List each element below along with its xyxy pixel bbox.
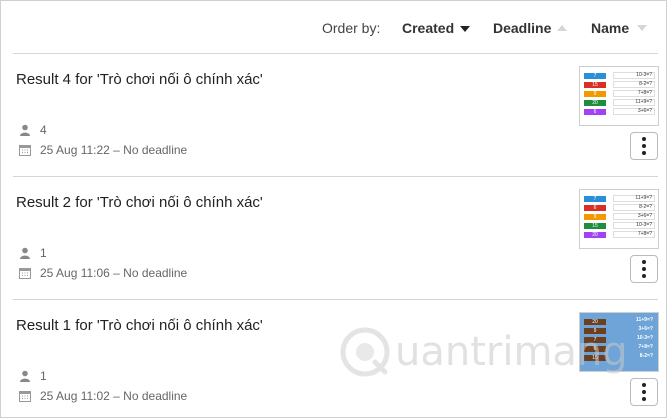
result-card: Result 1 for 'Trò chơi nối ô chính xác' …: [1, 300, 667, 418]
kebab-dot: [642, 260, 646, 264]
thumb-tile: 7: [584, 73, 606, 79]
kebab-dot: [642, 383, 646, 387]
results-panel: Order by: Created Deadline Name Result 4…: [0, 0, 667, 418]
thumb-equation: 3+6=?: [638, 326, 653, 332]
caret-down-icon: [460, 25, 471, 32]
more-options-button[interactable]: [630, 378, 658, 406]
participants-row: 1: [19, 246, 47, 260]
thumb-tile: 20: [584, 232, 606, 238]
thumb-equation: 11+9=?: [613, 99, 655, 106]
result-card: Result 2 for 'Trò chơi nối ô chính xác' …: [1, 177, 667, 297]
thumb-equation: 7+8=?: [613, 90, 655, 97]
user-icon: [20, 247, 30, 259]
more-options-button[interactable]: [630, 255, 658, 283]
thumb-tile: 9: [584, 214, 606, 220]
sort-name-button[interactable]: Name: [591, 20, 648, 36]
result-card: Result 4 for 'Trò chơi nối ô chính xác' …: [1, 54, 667, 174]
thumb-tile: 9: [584, 91, 606, 97]
thumb-tile: 20: [584, 319, 606, 325]
kebab-dot: [642, 151, 646, 155]
order-by-label: Order by:: [322, 20, 381, 36]
date-row: 25 Aug 11:02 – No deadline: [19, 389, 187, 403]
more-options-button[interactable]: [630, 132, 658, 160]
thumb-equation: 3+6=?: [613, 213, 655, 220]
thumb-tile: 6: [584, 346, 606, 352]
sort-created-button[interactable]: Created: [402, 20, 471, 36]
participant-count: 4: [40, 123, 47, 137]
thumb-equation: 7+8=?: [613, 231, 655, 238]
result-thumbnail[interactable]: 7 15 9 20 6 10-3=? 8-2=? 7+8=? 11+9=? 3+…: [579, 66, 659, 126]
thumb-equation: 10-3=?: [613, 222, 655, 229]
calendar-icon: [19, 268, 31, 279]
thumb-equation: 3+6=?: [613, 108, 655, 115]
participant-count: 1: [40, 369, 47, 383]
thumb-tile: 15: [584, 355, 606, 361]
thumb-equation: 7+8=?: [638, 344, 653, 350]
sort-name-label: Name: [591, 20, 630, 36]
thumb-tile: 6: [584, 205, 606, 211]
caret-up-icon: [557, 25, 568, 31]
thumb-tile: 7: [584, 196, 606, 202]
thumb-tile: 15: [584, 82, 606, 88]
caret-down-icon: [637, 25, 648, 31]
kebab-dot: [642, 144, 646, 148]
thumb-equation: 8-2=?: [613, 81, 655, 88]
thumb-equation: 11+9=?: [636, 317, 653, 323]
thumb-tile: 15: [584, 223, 606, 229]
date-row: 25 Aug 11:22 – No deadline: [19, 143, 187, 157]
kebab-dot: [642, 274, 646, 278]
calendar-icon: [19, 145, 31, 156]
order-bar: Order by: Created Deadline Name: [1, 1, 667, 53]
kebab-dot: [642, 267, 646, 271]
kebab-dot: [642, 137, 646, 141]
result-title[interactable]: Result 2 for 'Trò chơi nối ô chính xác': [16, 194, 263, 211]
result-date: 25 Aug 11:06 – No deadline: [40, 266, 188, 280]
thumb-equation: 10-3=?: [613, 72, 655, 79]
result-title[interactable]: Result 1 for 'Trò chơi nối ô chính xác': [16, 317, 263, 334]
calendar-icon: [19, 391, 31, 402]
thumb-tile: 7: [584, 337, 606, 343]
thumb-tile: 6: [584, 109, 606, 115]
thumb-equation: 11+9=?: [613, 195, 655, 202]
date-row: 25 Aug 11:06 – No deadline: [19, 266, 187, 280]
thumb-equation: 8-2=?: [639, 353, 653, 359]
user-icon: [20, 124, 30, 136]
thumb-equation: 8-2=?: [613, 204, 655, 211]
participants-row: 1: [19, 369, 47, 383]
thumb-tile: 9: [584, 328, 606, 334]
participant-count: 1: [40, 246, 47, 260]
thumb-equation: 10-3=?: [637, 335, 653, 341]
result-date: 25 Aug 11:22 – No deadline: [40, 143, 188, 157]
thumb-tile: 20: [584, 100, 606, 106]
user-icon: [20, 370, 30, 382]
result-date: 25 Aug 11:02 – No deadline: [40, 389, 188, 403]
result-thumbnail[interactable]: 20 9 7 6 15 11+9=? 3+6=? 10-3=? 7+8=? 8-…: [579, 312, 659, 372]
kebab-dot: [642, 390, 646, 394]
result-thumbnail[interactable]: 7 6 9 15 20 11+9=? 8-2=? 3+6=? 10-3=? 7+…: [579, 189, 659, 249]
kebab-dot: [642, 397, 646, 401]
participants-row: 4: [19, 123, 47, 137]
sort-deadline-button[interactable]: Deadline: [493, 20, 568, 36]
sort-deadline-label: Deadline: [493, 20, 552, 36]
result-title[interactable]: Result 4 for 'Trò chơi nối ô chính xác': [16, 71, 263, 88]
sort-created-label: Created: [402, 20, 455, 36]
